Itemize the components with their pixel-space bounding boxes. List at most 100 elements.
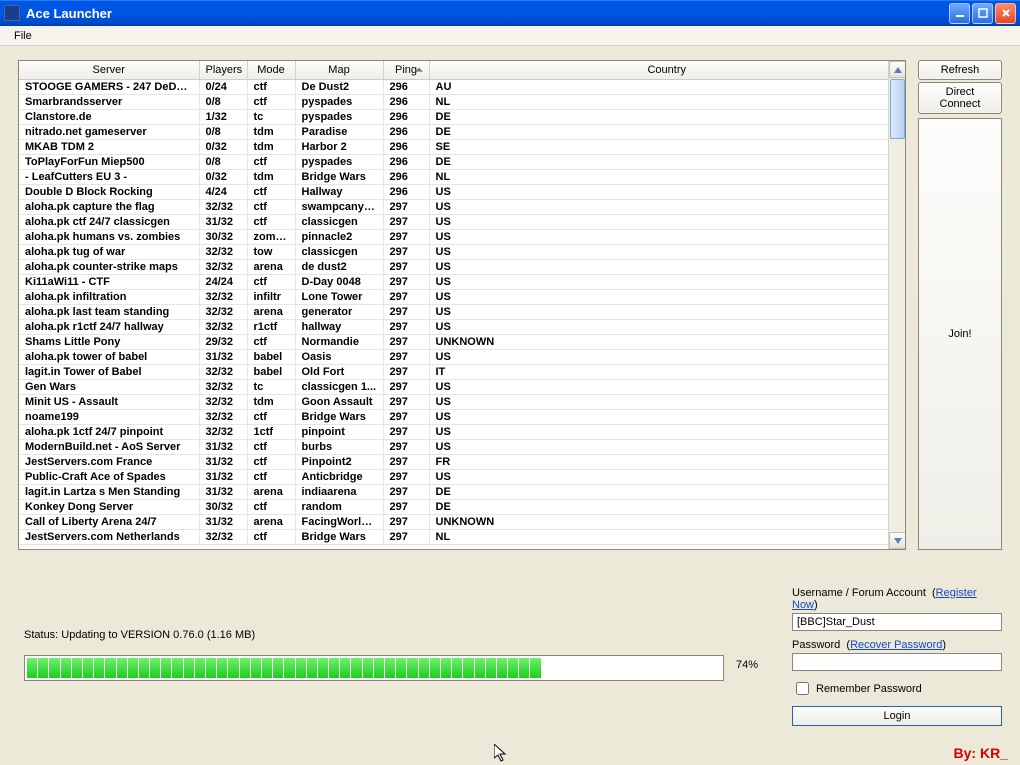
col-map[interactable]: Map bbox=[295, 61, 383, 80]
table-row[interactable]: Ki11aWi11 - CTF24/24ctfD-Day 0048297US bbox=[19, 275, 905, 290]
recover-password-link[interactable]: Recover Password bbox=[850, 639, 942, 651]
maximize-button[interactable] bbox=[972, 3, 993, 24]
table-row[interactable]: aloha.pk 1ctf 24/7 pinpoint32/321ctfpinp… bbox=[19, 425, 905, 440]
cell-ping: 297 bbox=[383, 395, 429, 410]
table-row[interactable]: Double D Block Rocking4/24ctfHallway296U… bbox=[19, 185, 905, 200]
table-row[interactable]: ToPlayForFun Miep5000/8ctfpyspades296DE bbox=[19, 155, 905, 170]
server-list[interactable]: Server Players Mode Map Ping Country STO… bbox=[18, 60, 906, 550]
cell-map: classicgen bbox=[295, 215, 383, 230]
cell-country: US bbox=[429, 245, 905, 260]
table-row[interactable]: aloha.pk humans vs. zombies30/32zomb...p… bbox=[19, 230, 905, 245]
cell-map: Bridge Wars bbox=[295, 410, 383, 425]
cell-server: Double D Block Rocking bbox=[19, 185, 199, 200]
refresh-button[interactable]: Refresh bbox=[918, 60, 1002, 80]
cell-country: NL bbox=[429, 170, 905, 185]
cell-server: aloha.pk r1ctf 24/7 hallway bbox=[19, 320, 199, 335]
join-button[interactable]: Join! bbox=[918, 118, 1002, 550]
cell-server: Shams Little Pony bbox=[19, 335, 199, 350]
col-country[interactable]: Country bbox=[429, 61, 905, 80]
table-row[interactable]: - LeafCutters EU 3 -0/32tdmBridge Wars29… bbox=[19, 170, 905, 185]
table-row[interactable]: nitrado.net gameserver0/8tdmParadise296D… bbox=[19, 125, 905, 140]
table-row[interactable]: aloha.pk infiltration32/32infiltrLone To… bbox=[19, 290, 905, 305]
col-mode[interactable]: Mode bbox=[247, 61, 295, 80]
cell-players: 32/32 bbox=[199, 200, 247, 215]
minimize-button[interactable] bbox=[949, 3, 970, 24]
table-row[interactable]: Smarbrandsserver0/8ctfpyspades296NL bbox=[19, 95, 905, 110]
cell-ping: 297 bbox=[383, 200, 429, 215]
titlebar[interactable]: Ace Launcher bbox=[0, 0, 1020, 26]
cell-ping: 297 bbox=[383, 470, 429, 485]
username-label: Username / Forum Account (Register Now) bbox=[792, 587, 1002, 611]
cell-players: 0/24 bbox=[199, 80, 247, 95]
table-row[interactable]: lagit.in Lartza s Men Standing31/32arena… bbox=[19, 485, 905, 500]
login-button[interactable]: Login bbox=[792, 706, 1002, 726]
password-input[interactable] bbox=[792, 653, 1002, 671]
menu-file[interactable]: File bbox=[6, 29, 40, 43]
cell-players: 4/24 bbox=[199, 185, 247, 200]
cell-mode: arena bbox=[247, 260, 295, 275]
table-row[interactable]: Konkey Dong Server30/32ctfrandom297DE bbox=[19, 500, 905, 515]
table-row[interactable]: ModernBuild.net - AoS Server31/32ctfburb… bbox=[19, 440, 905, 455]
table-row[interactable]: Gen Wars32/32tcclassicgen 1...297US bbox=[19, 380, 905, 395]
table-row[interactable]: aloha.pk capture the flag32/32ctfswampca… bbox=[19, 200, 905, 215]
cell-players: 32/32 bbox=[199, 425, 247, 440]
cell-country: US bbox=[429, 305, 905, 320]
table-row[interactable]: Public-Craft Ace of Spades31/32ctfAnticb… bbox=[19, 470, 905, 485]
cell-mode: r1ctf bbox=[247, 320, 295, 335]
table-row[interactable]: Shams Little Pony29/32ctfNormandie297UNK… bbox=[19, 335, 905, 350]
table-row[interactable]: JestServers.com France31/32ctfPinpoint22… bbox=[19, 455, 905, 470]
cell-server: nitrado.net gameserver bbox=[19, 125, 199, 140]
table-row[interactable]: noame19932/32ctfBridge Wars297US bbox=[19, 410, 905, 425]
table-row[interactable]: aloha.pk r1ctf 24/7 hallway32/32r1ctfhal… bbox=[19, 320, 905, 335]
table-row[interactable]: aloha.pk tug of war32/32towclassicgen297… bbox=[19, 245, 905, 260]
cell-server: noame199 bbox=[19, 410, 199, 425]
table-row[interactable]: aloha.pk last team standing32/32arenagen… bbox=[19, 305, 905, 320]
window-controls bbox=[949, 3, 1016, 24]
table-row[interactable]: JestServers.com Netherlands32/32ctfBridg… bbox=[19, 530, 905, 545]
col-players[interactable]: Players bbox=[199, 61, 247, 80]
cell-country: DE bbox=[429, 155, 905, 170]
cell-players: 32/32 bbox=[199, 365, 247, 380]
table-row[interactable]: Minit US - Assault32/32tdmGoon Assault29… bbox=[19, 395, 905, 410]
table-row[interactable]: aloha.pk ctf 24/7 classicgen31/32ctfclas… bbox=[19, 215, 905, 230]
cell-ping: 296 bbox=[383, 185, 429, 200]
table-row[interactable]: aloha.pk counter-strike maps32/32arenade… bbox=[19, 260, 905, 275]
remember-password-checkbox[interactable] bbox=[796, 682, 809, 695]
cell-ping: 297 bbox=[383, 515, 429, 530]
col-ping[interactable]: Ping bbox=[383, 61, 429, 80]
cell-country: DE bbox=[429, 125, 905, 140]
table-row[interactable]: aloha.pk tower of babel31/32babelOasis29… bbox=[19, 350, 905, 365]
scroll-thumb[interactable] bbox=[890, 79, 905, 139]
cell-ping: 296 bbox=[383, 140, 429, 155]
direct-connect-button[interactable]: Direct Connect bbox=[918, 82, 1002, 114]
table-row[interactable]: STOOGE GAMERS - 247 DeDust0/24ctfDe Dust… bbox=[19, 80, 905, 95]
cell-players: 32/32 bbox=[199, 320, 247, 335]
cell-server: aloha.pk tower of babel bbox=[19, 350, 199, 365]
cell-server: ToPlayForFun Miep500 bbox=[19, 155, 199, 170]
cell-ping: 297 bbox=[383, 500, 429, 515]
cell-server: Smarbrandsserver bbox=[19, 95, 199, 110]
cell-ping: 297 bbox=[383, 230, 429, 245]
cell-ping: 297 bbox=[383, 215, 429, 230]
table-row[interactable]: lagit.in Tower of Babel32/32babelOld For… bbox=[19, 365, 905, 380]
cell-map: classicgen 1... bbox=[295, 380, 383, 395]
table-row[interactable]: Call of Liberty Arena 24/731/32arenaFaci… bbox=[19, 515, 905, 530]
cell-map: pyspades bbox=[295, 155, 383, 170]
login-panel: Username / Forum Account (Register Now) … bbox=[792, 587, 1002, 726]
application-window: Ace Launcher File bbox=[0, 0, 1020, 765]
cell-country: DE bbox=[429, 500, 905, 515]
username-input[interactable] bbox=[792, 613, 1002, 631]
table-row[interactable]: MKAB TDM 20/32tdmHarbor 2296SE bbox=[19, 140, 905, 155]
close-button[interactable] bbox=[995, 3, 1016, 24]
cell-ping: 297 bbox=[383, 290, 429, 305]
cell-map: De Dust2 bbox=[295, 80, 383, 95]
scroll-down-icon[interactable] bbox=[889, 532, 906, 549]
vertical-scrollbar[interactable] bbox=[888, 61, 905, 549]
cell-mode: ctf bbox=[247, 155, 295, 170]
cell-country: US bbox=[429, 260, 905, 275]
progress-percent: 74% bbox=[736, 659, 758, 671]
table-row[interactable]: Clanstore.de1/32tcpyspades296DE bbox=[19, 110, 905, 125]
scroll-up-icon[interactable] bbox=[889, 61, 906, 78]
cell-mode: ctf bbox=[247, 275, 295, 290]
col-server[interactable]: Server bbox=[19, 61, 199, 80]
